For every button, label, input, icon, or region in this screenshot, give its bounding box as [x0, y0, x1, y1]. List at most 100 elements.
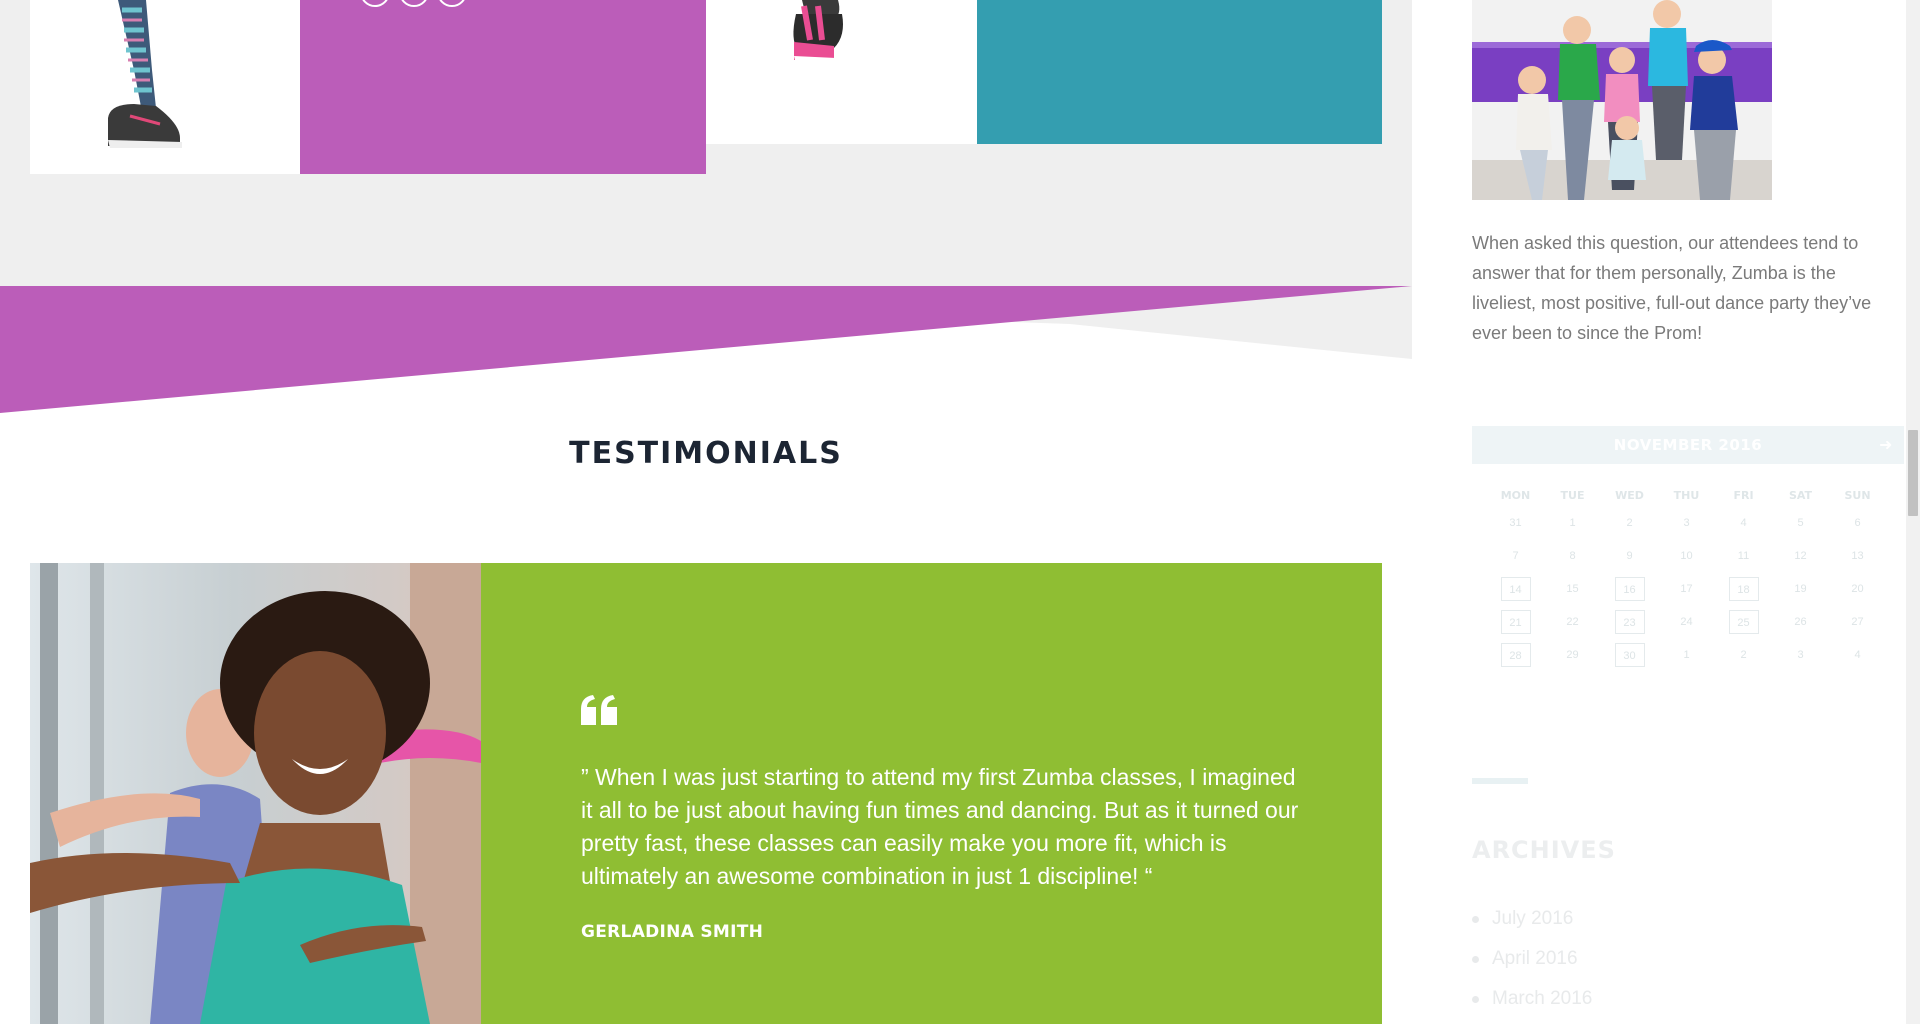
calendar-event-day[interactable]: 14	[1500, 576, 1531, 601]
calendar-weekday: SUN	[1844, 488, 1871, 502]
gallery-photo-pink-shoe[interactable]	[706, 0, 977, 144]
calendar-day-cell: 1	[1544, 506, 1601, 539]
sidebar-kids-photo[interactable]	[1472, 0, 1772, 200]
calendar-event-day[interactable]: 21	[1500, 609, 1531, 634]
calendar-day-cell: 14	[1487, 572, 1544, 605]
calendar-day: 2	[1740, 648, 1747, 661]
gallery-tile-teal[interactable]	[977, 0, 1382, 144]
calendar-day: 11	[1737, 549, 1750, 562]
calendar-day-cell: 25	[1715, 605, 1772, 638]
calendar-day-cell: 4	[1715, 506, 1772, 539]
calendar-day: 8	[1569, 549, 1576, 562]
calendar-day-cell: 31	[1487, 506, 1544, 539]
archives-heading: ARCHIVES	[1472, 836, 1616, 864]
calendar-event-day[interactable]: 25	[1728, 609, 1759, 634]
calendar-weekday: MON	[1500, 488, 1531, 502]
calendar-week: 14 15 16 17 18 19 20	[1487, 572, 1886, 605]
calendar-day: 1	[1569, 516, 1576, 529]
calendar-day: 1	[1683, 648, 1690, 661]
sidebar-about-text: When asked this question, our attendees …	[1472, 233, 1872, 343]
calendar-day: 6	[1854, 516, 1861, 529]
calendar-day-cell: 24	[1658, 605, 1715, 638]
calendar-day: 5	[1797, 516, 1804, 529]
calendar-grid: MON TUE WED THU FRI SAT SUN 31 1 2 3 4 5 6 7 8 9 10 11 12 1…	[1487, 484, 1886, 671]
calendar-day: 17	[1680, 582, 1693, 595]
calendar-day: 19	[1794, 582, 1807, 595]
main-content: TESTIMONIALS ” When I was just starting …	[0, 0, 1412, 1024]
archives-link[interactable]: July 2016	[1472, 906, 1592, 946]
testimonial-author: GERLADINA SMITH	[581, 922, 764, 942]
calendar-day-cell: 5	[1772, 506, 1829, 539]
calendar-week: 28 29 30 1 2 3 4	[1487, 638, 1886, 671]
calendar-day-cell: 13	[1829, 539, 1886, 572]
calendar-day: 7	[1512, 549, 1519, 562]
calendar-day-cell: 22	[1544, 605, 1601, 638]
calendar-week: 31 1 2 3 4 5 6	[1487, 506, 1886, 539]
arrow-right-icon[interactable]: ➜	[1876, 426, 1896, 464]
events-calendar: NOVEMBER 2016 ➜ MON TUE WED THU FRI SAT SUN 31…	[1472, 426, 1904, 671]
calendar-day-cell: 28	[1487, 638, 1544, 671]
calendar-day-cell: 3	[1772, 638, 1829, 671]
calendar-day: 13	[1851, 549, 1864, 562]
calendar-day-cell: 2	[1601, 506, 1658, 539]
quote-icon	[581, 695, 617, 725]
testimonial-card: ” When I was just starting to attend my …	[481, 563, 1382, 1024]
calendar-event-day[interactable]: 28	[1500, 642, 1531, 667]
calendar-weekday: WED	[1615, 488, 1644, 502]
calendar-day-cell: 11	[1715, 539, 1772, 572]
calendar-day-cell: 15	[1544, 572, 1601, 605]
calendar-day-cell: 21	[1487, 605, 1544, 638]
calendar-event-day[interactable]: 16	[1614, 576, 1645, 601]
calendar-day: 22	[1566, 615, 1579, 628]
calendar-weekday: TUE	[1560, 488, 1585, 502]
sidebar: When asked this question, our attendees …	[1412, 0, 1908, 1024]
gallery-tile-purple[interactable]	[300, 0, 706, 174]
calendar-day-cell: 30	[1601, 638, 1658, 671]
calendar-day-cell: 12	[1772, 539, 1829, 572]
calendar-event-day[interactable]: 30	[1614, 642, 1645, 667]
calendar-day-cell: 18	[1715, 572, 1772, 605]
calendar-day: 4	[1854, 648, 1861, 661]
scrollbar-thumb[interactable]	[1908, 430, 1918, 516]
calendar-week: 7 8 9 10 11 12 13	[1487, 539, 1886, 572]
section-divider-shape	[0, 286, 1412, 413]
calendar-event-day[interactable]: 23	[1614, 609, 1645, 634]
calendar-day-cell: 27	[1829, 605, 1886, 638]
calendar-day-cell: 6	[1829, 506, 1886, 539]
calendar-day-cell: 9	[1601, 539, 1658, 572]
calendar-day-cell: 16	[1601, 572, 1658, 605]
testimonial-photo	[30, 563, 481, 1024]
social-circle-icon	[439, 0, 465, 7]
calendar-day: 2	[1626, 516, 1633, 529]
calendar-day: 3	[1797, 648, 1804, 661]
calendar-day: 20	[1851, 582, 1864, 595]
page-scrollbar[interactable]	[1906, 0, 1920, 1024]
calendar-week: 21 22 23 24 25 26 27	[1487, 605, 1886, 638]
calendar-day-cell: 1	[1658, 638, 1715, 671]
calendar-day-cell: 2	[1715, 638, 1772, 671]
calendar-day-cell: 17	[1658, 572, 1715, 605]
calendar-day-cell: 8	[1544, 539, 1601, 572]
calendar-day: 3	[1683, 516, 1690, 529]
calendar-weekday: SAT	[1788, 488, 1813, 502]
calendar-day: 31	[1509, 516, 1522, 529]
gallery-section	[0, 0, 1412, 300]
calendar-header: NOVEMBER 2016 ➜	[1472, 426, 1904, 464]
calendar-day-cell: 20	[1829, 572, 1886, 605]
calendar-day-cell: 4	[1829, 638, 1886, 671]
section-title: TESTIMONIALS	[569, 436, 843, 471]
gallery-photo-dancer-legs[interactable]	[30, 0, 300, 174]
calendar-day: 9	[1626, 549, 1633, 562]
calendar-event-day[interactable]: 18	[1728, 576, 1759, 601]
social-circle-icon	[362, 0, 388, 7]
calendar-day: 10	[1680, 549, 1693, 562]
calendar-day: 26	[1794, 615, 1807, 628]
archives-link[interactable]: March 2016	[1472, 986, 1592, 1026]
social-circle-icon	[401, 0, 427, 7]
calendar-day: 29	[1566, 648, 1579, 661]
archives-divider	[1472, 778, 1528, 784]
archives-link[interactable]: April 2016	[1472, 946, 1592, 986]
calendar-month-title: NOVEMBER 2016	[1613, 436, 1763, 454]
calendar-weekday: THU	[1673, 488, 1700, 502]
calendar-day-cell: 10	[1658, 539, 1715, 572]
